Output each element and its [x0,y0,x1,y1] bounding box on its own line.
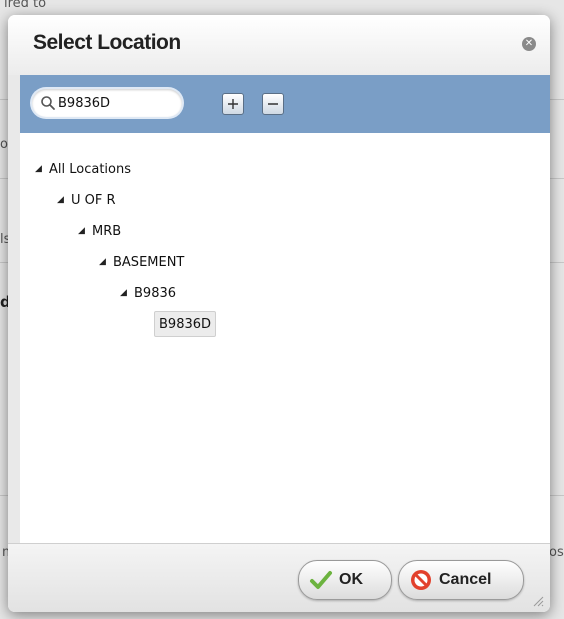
dialog-title: Select Location [33,31,181,54]
select-location-dialog: Select Location ✕ ◢ All Locations [8,15,550,612]
tree-node-u-of-r[interactable]: ◢ U OF R [57,190,116,210]
tree-node-label: U OF R [71,192,116,208]
search-input[interactable] [58,93,170,113]
tree-node-label: MRB [92,223,122,239]
expanded-triangle-icon[interactable]: ◢ [57,195,71,205]
background-text: os [549,545,564,560]
ok-button-label: OK [339,571,363,588]
cancel-button[interactable]: Cancel [398,560,524,600]
tree-node-label: BASEMENT [113,254,185,270]
dialog-toolbar [20,75,550,133]
location-tree: ◢ All Locations ◢ U OF R ◢ MRB ◢ BASEMEN… [20,133,550,543]
tree-node-mrb[interactable]: ◢ MRB [78,221,121,241]
tree-node-b9836d[interactable]: B9836D [154,311,217,337]
search-box[interactable] [32,89,182,117]
ok-button[interactable]: OK [298,560,392,600]
tree-node-label: All Locations [49,161,132,177]
tree-node-label: B9836D [159,316,212,332]
plus-square-icon [228,99,238,109]
tree-node-label: B9836 [134,285,177,301]
minus-square-icon [268,103,278,105]
tree-node-basement[interactable]: ◢ BASEMENT [99,252,184,272]
resize-grip-icon[interactable] [532,595,544,607]
dialog-footer: OK Cancel [8,543,550,612]
expand-all-button[interactable] [222,93,244,115]
expanded-triangle-icon[interactable]: ◢ [35,164,49,174]
close-icon[interactable]: ✕ [522,37,536,51]
expanded-triangle-icon[interactable]: ◢ [99,257,113,267]
search-icon [41,96,55,110]
expanded-triangle-icon[interactable]: ◢ [78,226,92,236]
tree-node-b9836[interactable]: ◢ B9836 [120,283,176,303]
cancel-button-label: Cancel [439,571,492,588]
dialog-header: Select Location ✕ [8,15,550,76]
collapse-all-button[interactable] [262,93,284,115]
checkmark-icon [310,571,332,589]
prohibited-icon [411,570,431,590]
dialog-left-strip [8,75,20,612]
expanded-triangle-icon[interactable]: ◢ [120,288,134,298]
background-text: ired to [4,0,47,11]
tree-node-all-locations[interactable]: ◢ All Locations [35,159,131,179]
